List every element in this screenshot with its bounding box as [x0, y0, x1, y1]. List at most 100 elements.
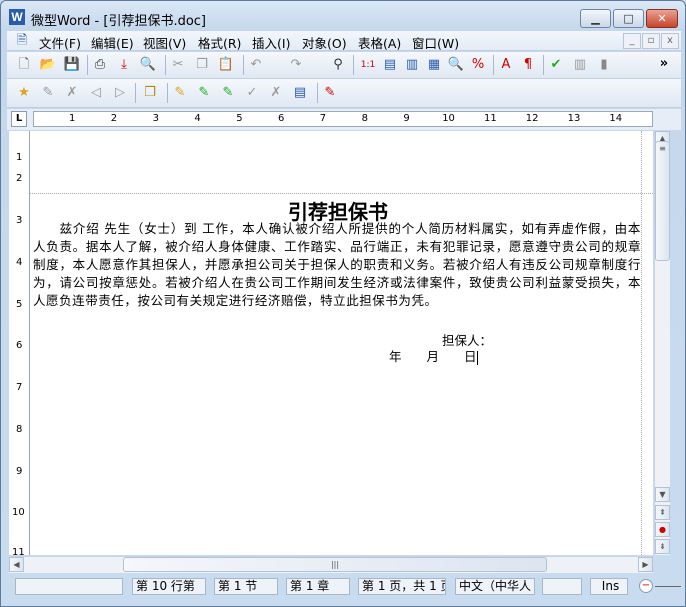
previous-page-button[interactable]: ⇞: [655, 505, 670, 520]
document-page[interactable]: 引荐担保书 兹介绍 先生（女士）到 工作，本人确认被介绍人所提供的个人简历材料属…: [30, 131, 653, 555]
zoom-out-button[interactable]: −: [639, 579, 653, 593]
zoom-slider[interactable]: [655, 586, 681, 587]
toolbar-separator: [353, 55, 354, 75]
maximize-button[interactable]: □: [613, 9, 644, 28]
window-title: 微型Word - [引荐担保书.doc]: [31, 14, 206, 29]
zoom-icon[interactable]: 🔍: [447, 56, 465, 74]
scroll-down-button[interactable]: ▼: [655, 487, 670, 502]
status-section: 第 1 节: [214, 578, 278, 595]
ruler-number: 2: [110, 113, 118, 124]
ruler-number: 8: [16, 424, 23, 435]
next-page-button[interactable]: ⇟: [655, 539, 670, 554]
track-changes-icon[interactable]: ❐: [141, 84, 159, 102]
close-button[interactable]: ✕: [646, 9, 678, 28]
ruler-number: 10: [442, 113, 455, 124]
right-margin-guide: [641, 131, 642, 555]
ruler-number: 7: [16, 382, 23, 393]
toolbar-separator: [167, 83, 168, 103]
paste-icon[interactable]: 📋: [217, 56, 235, 74]
review-pane-icon[interactable]: ▤: [291, 84, 309, 102]
reject-all-icon[interactable]: ✗: [267, 84, 285, 102]
zoom-percent-icon[interactable]: %: [469, 56, 487, 74]
web-view-icon[interactable]: ▤: [381, 56, 399, 74]
ruler-number: 11: [484, 113, 497, 124]
status-empty: [15, 578, 123, 595]
page-view-icon[interactable]: ▥: [403, 56, 421, 74]
accept-all-icon[interactable]: ✓: [243, 84, 261, 102]
ruler-number: 3: [16, 215, 23, 226]
doc-close-button[interactable]: x: [661, 33, 679, 49]
body-line: 人愿负连带责任，按公司有关规定进行经济赔偿，特立此担保书为凭。: [33, 293, 438, 308]
ruler-number: 7: [319, 113, 327, 124]
text-cursor: [476, 350, 478, 365]
print-preview-icon[interactable]: 🔍: [139, 56, 157, 74]
cut-icon[interactable]: ✂: [169, 56, 187, 74]
save-icon[interactable]: 💾: [63, 56, 81, 74]
ruler-number: 9: [403, 113, 410, 124]
horizontal-scroll-thumb[interactable]: |||: [123, 557, 547, 572]
scroll-left-button[interactable]: ◀: [9, 557, 24, 572]
toolbar-separator: [493, 55, 494, 75]
doc-minimize-button[interactable]: _: [623, 33, 641, 49]
actual-size-icon[interactable]: 1:1: [359, 56, 377, 74]
status-row: 第 10 行第: [132, 578, 206, 595]
edit-comment-icon[interactable]: ✎: [39, 84, 57, 102]
vertical-ruler[interactable]: 1 2 3 4 5 6 7 8 9 10 11: [9, 131, 30, 558]
find-icon[interactable]: ⚲: [329, 56, 347, 74]
two-page-view-icon[interactable]: ▦: [425, 56, 443, 74]
menu-file[interactable]: 文件(F): [39, 33, 81, 52]
new-doc-icon[interactable]: 🗋: [15, 56, 33, 74]
ruler-number: 10: [12, 507, 25, 518]
undo-icon[interactable]: ↶: [247, 56, 265, 74]
body-line: 兹介绍 先生（女士）到 工作，本人确认被介绍人所提供的个人简历材料属实，如有弄虚…: [33, 221, 641, 236]
doc-restore-button[interactable]: ▫: [642, 33, 660, 49]
minimize-button[interactable]: ▁: [580, 9, 611, 28]
menu-format[interactable]: 格式(R): [198, 33, 241, 52]
columns-icon[interactable]: ▥: [571, 56, 589, 74]
menu-insert[interactable]: 插入(I): [252, 33, 290, 52]
new-comment-icon[interactable]: ★: [15, 84, 33, 102]
spell-check-icon[interactable]: ✔: [547, 56, 565, 74]
font-color-icon[interactable]: A: [497, 56, 515, 74]
scroll-right-button[interactable]: ▶: [638, 557, 653, 572]
toolbar-separator: [243, 55, 244, 75]
menu-edit[interactable]: 编辑(E): [91, 33, 134, 52]
browse-object-button[interactable]: ●: [655, 522, 670, 537]
menu-view[interactable]: 视图(V): [143, 33, 186, 52]
toolbar-overflow-button[interactable]: »: [655, 55, 673, 73]
accept-next-icon[interactable]: ✎: [219, 84, 237, 102]
paragraph-icon[interactable]: ¶: [519, 56, 537, 74]
next-comment-icon[interactable]: ▷: [111, 84, 129, 102]
redo-icon[interactable]: ↷: [287, 56, 305, 74]
toolbar-separator: [135, 83, 136, 103]
menu-table[interactable]: 表格(A): [358, 33, 401, 52]
status-insert-mode[interactable]: Ins: [590, 578, 628, 595]
menu-object[interactable]: 对象(O): [302, 33, 347, 52]
highlight-icon[interactable]: ✎: [171, 84, 189, 102]
open-folder-icon[interactable]: 📂: [39, 56, 57, 74]
print-icon[interactable]: ⎙: [91, 56, 109, 74]
prev-comment-icon[interactable]: ◁: [87, 84, 105, 102]
vertical-scroll-thumb[interactable]: ≡: [655, 141, 670, 261]
tab-stop-selector[interactable]: L: [11, 111, 27, 127]
pdf-export-icon[interactable]: ⤓: [115, 56, 133, 74]
app-window: W 微型Word - [引荐担保书.doc] ▁ □ ✕ 🗎 文件(F) 编辑(…: [0, 0, 686, 607]
shading-icon[interactable]: ▮: [595, 56, 613, 74]
status-bar: 第 10 行第 第 1 节 第 1 章 第 1 页，共 1 页 中文（中华人 I…: [7, 575, 681, 599]
ruler-number: 3: [152, 113, 159, 124]
ruler-number: 2: [16, 173, 23, 184]
ruler-number: 5: [236, 113, 243, 124]
markup-icon[interactable]: ✎: [321, 84, 339, 102]
menu-window[interactable]: 窗口(W): [412, 33, 459, 52]
delete-comment-icon[interactable]: ✗: [63, 84, 81, 102]
ruler-number: 1: [16, 152, 23, 163]
page-top-margin: [30, 131, 653, 194]
status-page: 第 1 页，共 1 页: [358, 578, 446, 595]
copy-icon[interactable]: ❐: [193, 56, 211, 74]
horizontal-scrollbar[interactable]: ◀ ||| ▶: [9, 556, 653, 573]
horizontal-ruler[interactable]: 1 2 3 4 5 6 7 8 9 10 11 12 13 14: [33, 111, 653, 127]
accept-prev-icon[interactable]: ✎: [195, 84, 213, 102]
body-line: 人负责。据本人了解，被介绍人身体健康、工作踏实、品行端正，未有犯罪记录，愿意遵守…: [33, 239, 641, 254]
vertical-scrollbar[interactable]: ▲ ≡ ▼ ⇞ ● ⇟: [654, 131, 670, 555]
review-toolbar: ★ ✎ ✗ ◁ ▷ ❐ ✎ ✎ ✎ ✓ ✗ ▤ ✎: [7, 79, 681, 108]
